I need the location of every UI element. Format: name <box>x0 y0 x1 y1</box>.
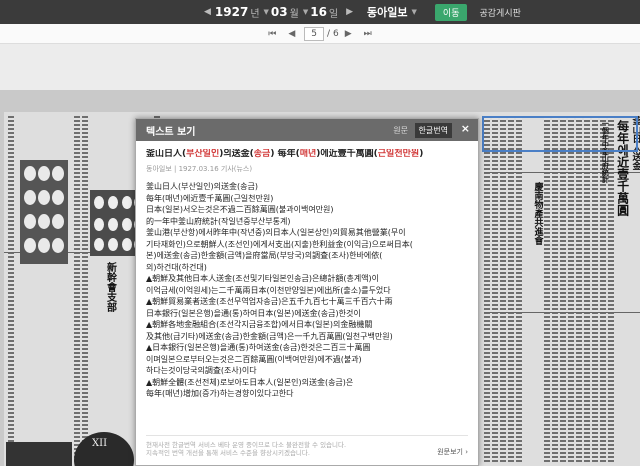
article-text: 釜山日人(부산일인)의送金(송금) 每年(매년)에近壹千萬圓(근일천만원) 日本… <box>146 181 468 400</box>
text-view-header: 텍스트 보기 원문 한글번역 × <box>136 119 478 141</box>
next-page-icon[interactable]: ▶ <box>345 29 352 39</box>
article-line: 본)에送金(송금)한金額(금액)을府當局(부당국)의調査(조사)한바에依( <box>146 251 383 260</box>
close-icon[interactable]: × <box>461 122 470 135</box>
headline-left: 新幹會支部 <box>104 262 116 312</box>
article-meta: 동아일보 | 1927.03.16 기사(뉴스) <box>146 164 253 173</box>
list-link[interactable]: 공감게시판 <box>479 6 520 19</box>
page-navigation-bar: ⏮ ◀ 5 / 6 ▶ ⏭ <box>0 24 640 44</box>
article-line: 釜山日人(부산일인)의送金(송금) <box>146 182 259 191</box>
advertisement <box>6 442 72 466</box>
translation-notice: 현재사전 한글번역 서비스 베타 운영 중이므로 다소 불완전할 수 있습니다.… <box>146 441 347 457</box>
article-line: 하다는것이당국의調査(조사)이다 <box>146 366 257 375</box>
footer-divider <box>146 435 468 436</box>
article-line: ▲朝鮮全體(조선전체)로보아도日本人(일본인)의送金(송금)은 <box>146 377 354 387</box>
move-button[interactable]: 이동 <box>434 3 468 21</box>
article-line: ▲朝鮮貿易業者送金(조선무역업자송금)은五千九百七十萬三千百六十兩 <box>146 297 393 306</box>
date-navigation-bar: ◀ 1927 년 ▼ 03 월 ▼ 16 일 ▶ 동아일보 ▼ 이동 공감게시판 <box>0 0 640 24</box>
article-line: 이며일본으로부터오는것은二百餘萬圓(이백여만원)에不過(불과) <box>146 354 362 364</box>
text-view-title: 텍스트 보기 <box>146 126 196 138</box>
selected-article-highlight[interactable] <box>482 116 638 152</box>
first-page-icon[interactable]: ⏮ <box>268 29 276 39</box>
article-line: 기타재화인)으로朝鮮人(조선인)에게서支出(지출)한利益金(이익금)으로써日本( <box>146 239 413 249</box>
headline-middle: 慶南物產共進會 <box>532 182 543 245</box>
article-line: ▲朝鮮各地金融組合(조선각지금융조합)에서日本(일본)의金融機關 <box>146 320 373 329</box>
tab-original[interactable]: 원문 <box>391 123 410 138</box>
previous-date-icon[interactable]: ◀ <box>204 7 211 17</box>
article-line: 每年(매년)에近壹千萬圓(근일천만원) <box>146 193 274 203</box>
year-select[interactable]: 1927 <box>215 5 248 19</box>
article-line: 日本(일본)서오는것은不過二百餘萬圓(불과이백여만원) <box>146 205 334 214</box>
text-view-body: 釜山日人(부산일인)의送金(송금) 每年(매년)에近壹千萬圓(근일천만원) 동아… <box>146 149 468 429</box>
previous-page-icon[interactable]: ◀ <box>288 29 295 39</box>
clock-label: XII <box>92 438 108 449</box>
article-line: 釜山港(부산항)에서昨年中(작년중)의日本人(일본상인)의貿易其他營業(무이 <box>146 228 406 237</box>
article-line: ▲日本銀行(일본은행)을通(통)하여送金(송금)한것은二百三十萬圓 <box>146 343 371 352</box>
page-separator: / <box>326 28 331 39</box>
article-line: 이억금세(이억원세)는二千萬兩日本(이천만양일본)에出所(출소)를두었다 <box>146 285 391 295</box>
view-original-link[interactable]: 원문보기 › <box>437 447 468 457</box>
day-select[interactable]: 16 <box>310 5 327 19</box>
day-unit: 일 <box>328 8 339 20</box>
newspaper-select[interactable]: 동아일보 <box>367 4 407 20</box>
article-line: 每年(매년)增加(증가)하는경향이있다고한다 <box>146 389 294 398</box>
chevron-down-icon: ▼ <box>411 8 417 16</box>
page-input[interactable]: 5 <box>304 26 324 41</box>
text-view-panel: 텍스트 보기 원문 한글번역 × 釜山日人(부산일인)의送金(송금) 每年(매년… <box>135 118 479 466</box>
article-title: 釜山日人(부산일인)의送金(송금) 每年(매년)에近壹千萬圓(근일천만원) <box>146 149 424 159</box>
article-line: 及其他(급기타)에送金(송금)한金額(금액)은一千九百萬圓(일천구백만원) <box>146 331 393 341</box>
next-date-icon[interactable]: ▶ <box>346 7 353 17</box>
month-unit: 월 <box>289 8 299 20</box>
total-pages: 6 <box>333 28 339 39</box>
article-line: 日本銀行(일본은행)을通(통)하여日本(일본)에送金(송금)한것이 <box>146 308 361 318</box>
article-line: ▲朝鮮及其他日本人送金(조선및기타일본인송금)은總計額(총계액)이 <box>146 274 380 283</box>
article-line: 의)하건대(하건대) <box>146 262 207 272</box>
tab-korean-translation[interactable]: 한글번역 <box>414 123 452 138</box>
article-line: 的一年中釜山府統計(작일년중부산부통계) <box>146 216 291 226</box>
month-select[interactable]: 03 <box>271 5 288 19</box>
year-unit: 년 <box>250 8 260 20</box>
chevron-down-icon: ▼ <box>263 8 269 16</box>
empty-band <box>0 44 640 90</box>
portrait-photos <box>20 160 68 264</box>
last-page-icon[interactable]: ⏭ <box>364 29 372 39</box>
chevron-down-icon: ▼ <box>302 8 309 16</box>
